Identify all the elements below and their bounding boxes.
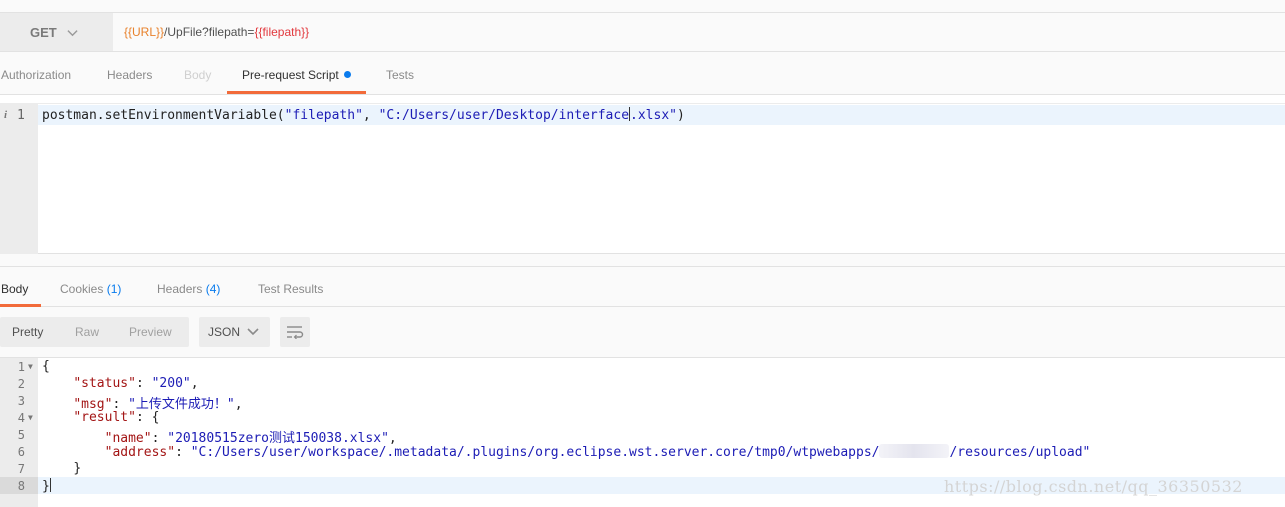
tab-cookies-label: Cookies [60,282,104,296]
json-key: "status" [73,376,136,391]
line-number: 5 [17,428,25,442]
json-value: "200" [151,376,191,391]
watermark: https://blog.csdn.net/qq_36350532 [944,477,1243,496]
method-label: GET [30,24,57,40]
line-number: 2 [17,377,25,391]
tab-authorization[interactable]: Authorization [1,52,71,94]
script-line: postman.setEnvironmentVariable("filepath… [42,107,685,123]
wrap-lines-icon [287,326,304,339]
chevron-down-icon [67,29,78,36]
tab-pre-request-script-label: Pre-request Script [242,68,339,82]
line-number: 1 [17,108,25,123]
format-select-label: JSON [208,325,241,339]
json-key: "address" [104,445,176,460]
json-line: "status": "200", [73,376,199,391]
line-number: 8 [17,479,25,493]
script-editor[interactable]: i 1 postman.setEnvironmentVariable("file… [0,103,1285,254]
raw-button[interactable]: Raw [75,317,99,347]
tab-response-headers-label: Headers [157,282,203,296]
format-toolbar: Pretty Raw Preview JSON [0,307,1285,358]
fold-arrow-icon[interactable]: ▼ [28,413,33,422]
info-icon: i [4,109,8,121]
json-brace: } [42,479,50,494]
pretty-button[interactable]: Pretty [12,317,43,347]
line-number: 6 [17,445,25,459]
redacted-blur [879,444,950,458]
code-arg-name: "filepath" [284,108,363,123]
line-number: 4 [17,411,25,425]
json-key: "result" [73,410,136,425]
tab-response-body[interactable]: Body [0,267,42,307]
json-brace: : { [135,410,160,425]
json-line: } [42,478,51,494]
top-strip [0,0,1285,12]
text-cursor [49,478,51,492]
json-line: "address": "C:/Users/user/workspace/.met… [104,444,1091,460]
code-arg-ext: .xlsx" [630,108,677,123]
code-arg-path: "C:/Users/user/Desktop/interface [378,108,630,123]
code-close: ) [677,108,685,123]
view-mode-group: Pretty Raw Preview [0,317,189,347]
response-divider [0,254,1285,266]
url-input[interactable]: {{URL}} /UpFile?filepath= {{filepath}} [113,13,1285,51]
json-line: { [42,359,50,374]
tab-body[interactable]: Body [184,52,211,94]
request-tabs: Authorization Headers Body Pre-request S… [0,52,1285,95]
headers-count: (4) [205,282,221,296]
editor-gutter [0,104,38,254]
modified-dot-icon [343,71,351,78]
preview-button[interactable]: Preview [129,317,172,347]
wrap-lines-button[interactable] [280,317,310,347]
tab-response-headers[interactable]: Headers (4) [157,267,220,307]
json-value: "C:/Users/user/workspace/.metadata/.plug… [190,445,880,460]
format-select[interactable]: JSON [199,317,270,347]
code-separator: , [362,108,379,123]
json-brace: { [42,359,50,374]
tab-tests[interactable]: Tests [386,52,414,94]
json-brace: } [73,461,82,476]
response-tabs: Body Cookies (1) Headers (4) Test Result… [0,266,1285,307]
tab-headers[interactable]: Headers [107,52,152,94]
method-select[interactable]: GET [0,13,113,51]
url-path: /UpFile?filepath= [164,25,255,39]
url-bar: GET {{URL}} /UpFile?filepath= {{filepath… [0,12,1285,52]
tab-test-results[interactable]: Test Results [258,267,323,307]
cookies-count: (1) [106,282,122,296]
json-line: "result": { [42,410,159,425]
code-call: postman.setEnvironmentVariable( [42,108,285,123]
json-line: } [42,461,81,476]
url-variable-url: {{URL}} [124,25,165,39]
tab-cookies[interactable]: Cookies (1) [60,267,121,307]
line-number: 7 [17,462,25,476]
tab-pre-request-script[interactable]: Pre-request Script [227,52,366,94]
json-value: /resources/upload" [949,445,1091,460]
line-number: 3 [17,394,25,408]
fold-arrow-icon[interactable]: ▼ [28,362,33,371]
chevron-down-icon [247,328,259,336]
url-variable-filepath: {{filepath}} [254,25,310,39]
line-number: 1 [17,360,25,374]
